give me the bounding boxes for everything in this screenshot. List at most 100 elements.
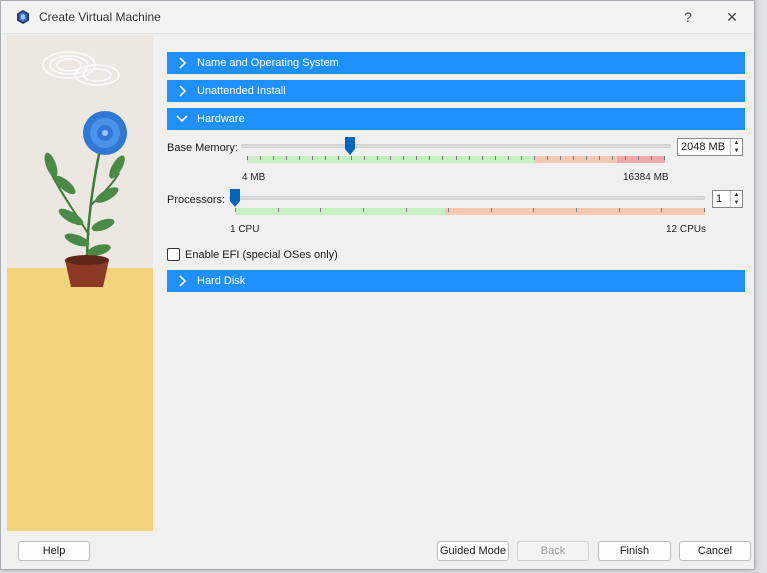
title-bar: Create Virtual Machine ? ✕ <box>1 1 754 34</box>
processors-slider-track[interactable] <box>229 196 705 200</box>
scale-tick <box>247 156 248 160</box>
base-memory-label: Base Memory: <box>167 142 238 154</box>
spin-down-icon[interactable]: ▼ <box>731 199 742 207</box>
scale-tick <box>619 208 620 212</box>
scale-tick <box>403 156 404 160</box>
cancel-button[interactable]: Cancel <box>679 541 751 561</box>
scale-tick <box>651 156 652 160</box>
chevron-right-icon <box>167 80 197 102</box>
scale-tick <box>325 156 326 160</box>
efi-option[interactable]: Enable EFI (special OSes only) <box>167 248 338 261</box>
memory-slider-track[interactable] <box>241 144 671 148</box>
settings-panel: Name and Operating System Unattended Ins… <box>167 52 745 298</box>
processors-slider-thumb[interactable] <box>229 188 241 208</box>
scale-tick <box>429 156 430 160</box>
processors-value[interactable]: 1 <box>713 193 730 205</box>
scale-tick <box>286 156 287 160</box>
memory-slider-thumb[interactable] <box>344 136 356 156</box>
scale-tick <box>586 156 587 160</box>
scale-tick <box>456 156 457 160</box>
create-vm-dialog: Create Virtual Machine ? ✕ Name and Oper… <box>0 0 755 570</box>
hardware-settings: Base Memory: 2048 MB ▲▼ 4 MB 16384 MB P <box>167 136 745 264</box>
dialog-content: Name and Operating System Unattended Ins… <box>7 35 751 531</box>
spin-down-icon[interactable]: ▼ <box>731 147 742 155</box>
scale-tick <box>547 156 548 160</box>
section-hard-disk-label: Hard Disk <box>197 275 246 287</box>
scale-tick <box>625 156 626 160</box>
scale-tick <box>491 208 492 212</box>
scale-tick <box>406 208 407 212</box>
section-hardware-label: Hardware <box>197 113 245 125</box>
section-unattended-install[interactable]: Unattended Install <box>167 80 745 102</box>
dialog-footer: Help Guided Mode Back Finish Cancel <box>1 532 756 571</box>
virtualbox-icon <box>17 10 29 24</box>
window-title: Create Virtual Machine <box>39 10 161 24</box>
scale-tick <box>260 156 261 160</box>
scale-tick <box>338 156 339 160</box>
finish-button[interactable]: Finish <box>598 541 671 561</box>
scale-tick <box>351 156 352 160</box>
memory-spin-arrows[interactable]: ▲ ▼ <box>730 139 742 155</box>
chevron-down-icon <box>167 108 197 130</box>
scale-tick <box>573 156 574 160</box>
memory-spinbox[interactable]: 2048 MB ▲ ▼ <box>677 138 743 156</box>
scale-tick <box>364 156 365 160</box>
scale-tick <box>664 156 665 160</box>
processors-max-label: 12 CPUs <box>666 224 707 235</box>
processors-min-label: 1 CPU <box>230 224 260 235</box>
scale-tick <box>495 156 496 160</box>
help-button[interactable]: Help <box>18 541 90 561</box>
processors-label: Processors: <box>167 194 226 206</box>
scale-tick <box>320 208 321 212</box>
scale-tick <box>638 156 639 160</box>
illustration-floor <box>7 268 153 531</box>
scale-tick <box>534 156 535 160</box>
processors-orange-zone <box>445 208 705 215</box>
section-hard-disk[interactable]: Hard Disk <box>167 270 745 292</box>
efi-checkbox[interactable] <box>167 248 180 261</box>
processors-scale-bar <box>235 208 705 215</box>
back-button[interactable]: Back <box>517 541 589 561</box>
scale-tick <box>273 156 274 160</box>
scale-tick <box>612 156 613 160</box>
scale-tick <box>416 156 417 160</box>
scale-tick <box>235 208 236 212</box>
memory-max-label: 16384 MB <box>623 172 669 183</box>
scale-tick <box>533 208 534 212</box>
scale-tick <box>442 156 443 160</box>
close-button[interactable]: ✕ <box>710 9 754 26</box>
spin-up-icon[interactable]: ▲ <box>731 191 742 199</box>
scale-tick <box>576 208 577 212</box>
scale-tick <box>508 156 509 160</box>
processors-spinbox[interactable]: 1 ▲ ▼ <box>712 190 743 208</box>
section-hardware[interactable]: Hardware <box>167 108 745 130</box>
scale-tick <box>560 156 561 160</box>
scale-tick <box>312 156 313 160</box>
scale-tick <box>599 156 600 160</box>
spin-up-icon[interactable]: ▲ <box>731 139 742 147</box>
scale-tick <box>299 156 300 160</box>
section-name-os[interactable]: Name and Operating System <box>167 52 745 74</box>
scale-tick <box>278 208 279 212</box>
scale-tick <box>482 156 483 160</box>
scale-tick <box>521 156 522 160</box>
chevron-right-icon <box>167 270 197 292</box>
scale-tick <box>390 156 391 160</box>
scale-tick <box>661 208 662 212</box>
processors-green-zone <box>235 208 445 215</box>
guided-mode-button[interactable]: Guided Mode <box>437 541 509 561</box>
section-unattended-label: Unattended Install <box>197 85 286 97</box>
plant-illustration <box>42 51 127 287</box>
side-illustration <box>7 35 153 531</box>
memory-scale-bar <box>247 156 665 163</box>
scale-tick <box>363 208 364 212</box>
memory-green-zone <box>247 156 535 163</box>
processors-spin-arrows[interactable]: ▲ ▼ <box>730 191 742 207</box>
memory-value[interactable]: 2048 MB <box>678 141 730 153</box>
efi-label: Enable EFI (special OSes only) <box>185 248 338 261</box>
scale-tick <box>377 156 378 160</box>
help-title-button[interactable]: ? <box>666 9 710 25</box>
chevron-right-icon <box>167 52 197 74</box>
section-name-os-label: Name and Operating System <box>197 57 339 69</box>
scale-tick <box>469 156 470 160</box>
